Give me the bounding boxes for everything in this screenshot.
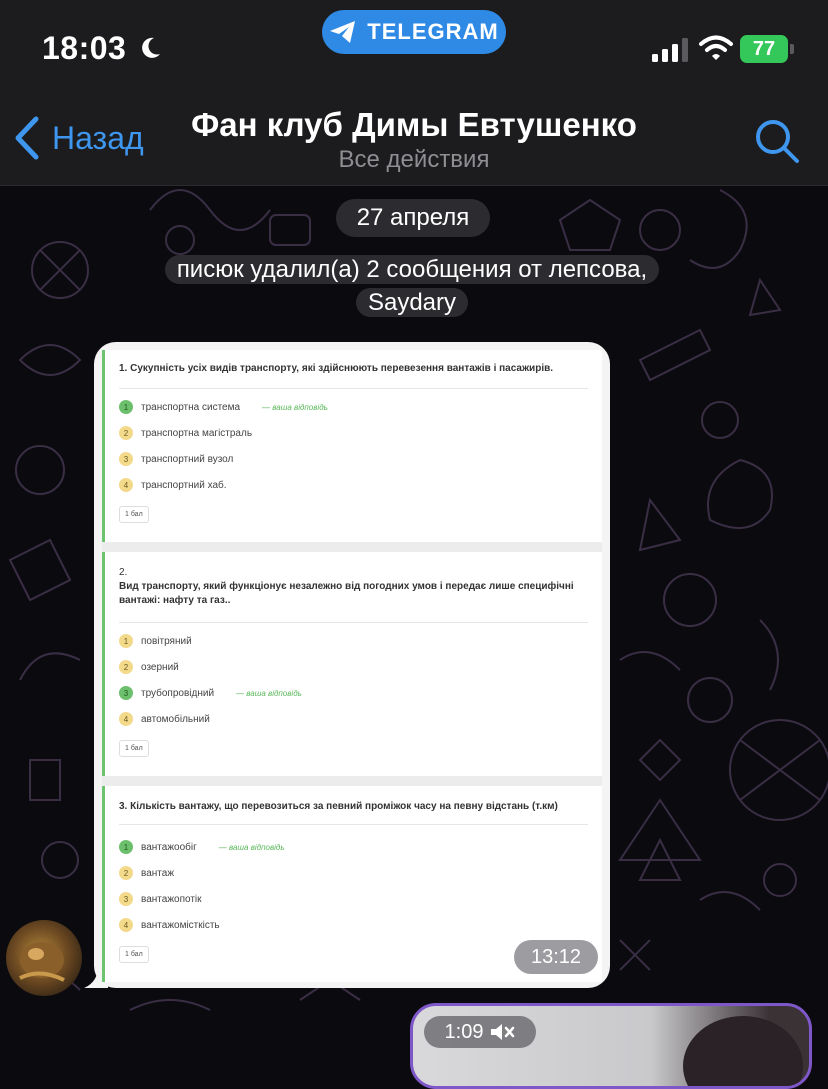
option-number: 2 <box>119 660 133 674</box>
quiz-option: 2 транспортна магістраль <box>119 426 252 440</box>
quiz-option: 1 вантажообіг — ваша відповідь <box>119 840 285 854</box>
moon-icon <box>142 37 160 58</box>
quiz-card-2: 2. Вид транспорту, який функціонує незал… <box>102 552 602 776</box>
message-bubble[interactable]: 1. Сукупність усіх видів транспорту, які… <box>94 342 610 988</box>
chat-header: Назад Фан клуб Димы Евтушенко Все действ… <box>0 96 828 186</box>
quiz-question-text: 3. Кількість вантажу, що перевозиться за… <box>119 801 558 812</box>
your-answer-mark: — ваша відповідь <box>262 402 328 412</box>
quiz-option: 4 вантажомісткість <box>119 918 220 932</box>
return-to-telegram-pill[interactable]: TELEGRAM <box>322 10 506 54</box>
option-number: 4 <box>119 712 133 726</box>
quiz-question-number: 2. <box>119 567 128 578</box>
quiz-option: 3 транспортний вузол <box>119 452 233 466</box>
option-number: 3 <box>119 686 133 700</box>
option-number: 1 <box>119 634 133 648</box>
score-badge: 1 бал <box>119 740 149 757</box>
mute-icon <box>491 1024 515 1040</box>
option-text: автомобільний <box>141 713 210 725</box>
status-bar: 18:03 TELEGRAM 77 <box>0 0 828 96</box>
battery-level: 77 <box>752 37 776 60</box>
quiz-card-1: 1. Сукупність усіх видів транспорту, які… <box>102 350 602 542</box>
option-number: 2 <box>119 426 133 440</box>
quiz-option: 1 повітряний <box>119 634 192 648</box>
option-number: 3 <box>119 892 133 906</box>
option-text: вантаж <box>141 867 175 879</box>
option-text: транспортний хаб. <box>141 479 227 491</box>
battery-indicator: 77 <box>740 35 788 63</box>
your-answer-mark: — ваша відповідь <box>218 842 285 852</box>
battery-cap <box>790 44 794 54</box>
avatar-image <box>19 942 65 982</box>
your-answer-mark: — ваша відповідь <box>236 688 302 698</box>
chat-title[interactable]: Фан клуб Димы Евтушенко <box>0 106 828 144</box>
quiz-option: 2 озерний <box>119 660 179 674</box>
option-text: вантажообіг <box>141 841 197 853</box>
quiz-screenshot[interactable]: 1. Сукупність усіх видів транспорту, які… <box>102 350 602 982</box>
option-text: повітряний <box>141 635 192 647</box>
video-duration: 1:09 <box>444 1020 484 1043</box>
video-duration-badge: 1:09 <box>424 1016 536 1048</box>
option-text: вантажопотік <box>141 893 202 905</box>
option-number: 4 <box>119 478 133 492</box>
option-number: 1 <box>119 840 133 854</box>
signal-icon <box>652 38 688 62</box>
option-text: вантажомісткість <box>141 919 220 931</box>
chat-subtitle: Все действия <box>338 146 490 173</box>
wifi-icon <box>699 35 733 60</box>
quiz-option: 3 вантажопотік <box>119 892 202 906</box>
score-badge: 1 бал <box>119 946 149 963</box>
option-number: 4 <box>119 918 133 932</box>
option-text: транспортний вузол <box>141 453 234 465</box>
option-text: озерний <box>141 661 179 673</box>
avatar[interactable] <box>6 920 82 996</box>
quiz-option: 4 транспортний хаб. <box>119 478 227 492</box>
app-pill-label: TELEGRAM <box>367 19 499 44</box>
divider <box>119 622 588 623</box>
option-number: 1 <box>119 400 133 414</box>
option-text: транспортна магістраль <box>141 427 253 439</box>
date-separator: 27 апреля <box>336 199 490 237</box>
quiz-question-text: 1. Сукупність усіх видів транспорту, які… <box>119 363 554 374</box>
service-message-text: писюк удалил(а) 2 сообщения от лепсова, … <box>164 255 660 317</box>
service-message: писюк удалил(а) 2 сообщения от лепсова, … <box>132 253 692 319</box>
option-text: транспортна система <box>141 401 241 413</box>
divider <box>119 388 588 389</box>
quiz-option: 1 транспортна система — ваша відповідь <box>119 400 328 414</box>
quiz-option: 4 автомобільний <box>119 712 210 726</box>
telegram-plane-icon <box>330 21 356 43</box>
option-number: 2 <box>119 866 133 880</box>
quiz-option: 2 вантаж <box>119 866 174 880</box>
option-number: 3 <box>119 452 133 466</box>
quiz-option: 3 трубопровідний — ваша відповідь <box>119 686 302 700</box>
message-timestamp: 13:12 <box>514 940 598 974</box>
divider <box>119 824 588 825</box>
option-text: трубопровідний <box>141 687 215 699</box>
status-time: 18:03 <box>42 30 127 66</box>
score-badge: 1 бал <box>119 506 149 523</box>
search-icon[interactable] <box>754 118 800 164</box>
quiz-question-text: Вид транспорту, який функціонує незалежн… <box>119 581 574 606</box>
